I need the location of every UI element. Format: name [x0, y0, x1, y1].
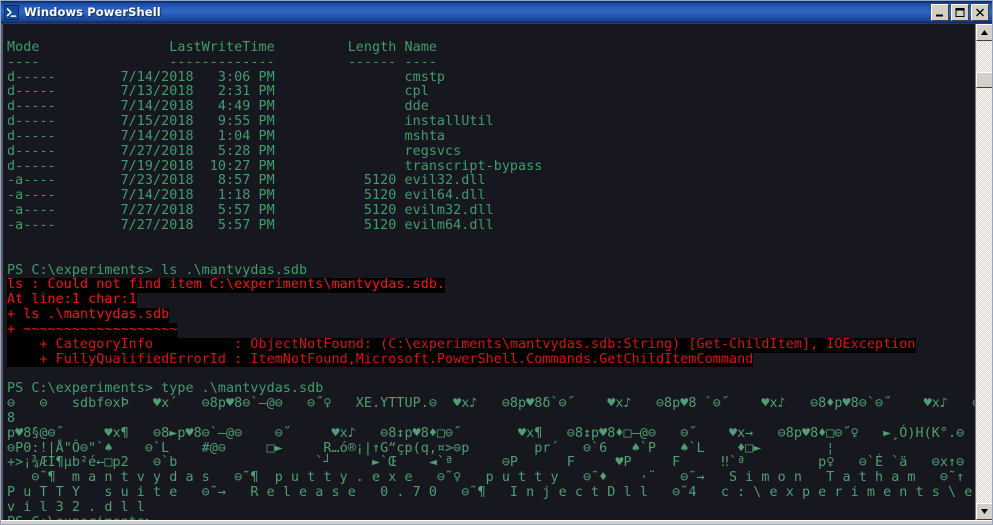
- maximize-button[interactable]: [951, 3, 969, 21]
- console-line-text: 8: [7, 410, 16, 426]
- console-line-junk-8: v i l 3 2 . d l l: [7, 500, 975, 516]
- console-line-junk-7: P u T T Y s u i t e ⊖˜→ R e l e a s e 0 …: [7, 485, 975, 501]
- console-line-blank-1: [7, 234, 975, 249]
- console-line-prompt-ls: PS C:\experiments> ls .\mantvydas.sdb: [7, 262, 975, 279]
- minimize-button[interactable]: [931, 3, 949, 21]
- console-line-text: d----- 7/14/2018 4:49 PM dde: [7, 99, 429, 115]
- console-line-junk-6: ⊖˜¶ m a n t v y d a s ⊖˜¶ p u t t y . e …: [7, 470, 975, 486]
- console-line-err-5: + CategoryInfo : ObjectNotFound: (C:\exp…: [7, 336, 975, 353]
- console-line-row-evilm64: -a---- 7/27/2018 5:57 PM 5120 evilm64.dl…: [7, 217, 975, 234]
- console-line-text: At line:1 char:1: [7, 292, 137, 309]
- console-line-text: PS C:\experiments> ls .\mantvydas.sdb: [7, 262, 308, 278]
- console-line-text: +>¡¾ÆI¶μb²é←□p2 ⊖`b `┘ ►`Œ ◄`ª ⊖P F ♥P F…: [7, 455, 965, 471]
- close-button[interactable]: [971, 3, 989, 21]
- console-line-text: -a---- 7/27/2018 5:57 PM 5120 evilm64.dl…: [7, 217, 494, 233]
- console-line-text: d----- 7/14/2018 3:06 PM cmstp: [7, 69, 446, 85]
- console-line-text: Mode LastWriteTime Length Name: [7, 39, 437, 55]
- console-line-err-2: At line:1 char:1: [7, 292, 975, 309]
- scroll-down-arrow-icon[interactable]: [976, 503, 992, 520]
- console-line-row-mshta: d----- 7/14/2018 1:04 PM mshta: [7, 128, 975, 145]
- console-line-text: ls : Could not find item C:\experiments\…: [7, 277, 446, 294]
- console-line-prompt-final: PS C:\experiments>: [7, 515, 975, 520]
- console-line-err-1: ls : Could not find item C:\experiments\…: [7, 277, 975, 294]
- console-line-text: d----- 7/15/2018 9:55 PM installUtil: [7, 114, 494, 130]
- console-line-row-dde: d----- 7/14/2018 4:49 PM dde: [7, 99, 975, 115]
- console-line-row-regsvcs: d----- 7/27/2018 5:28 PM regsvcs: [7, 143, 975, 160]
- console-line-row-transcript: d----- 7/19/2018 10:27 PM transcript-byp…: [7, 158, 975, 175]
- console-line-err-3: + ls .\mantvydas.sdb: [7, 307, 975, 323]
- console-line-row-evil32: -a---- 7/23/2018 8:57 PM 5120 evil32.dll: [7, 174, 975, 189]
- console-line-text: + ~~~~~~~~~~~~~~~~~~~: [7, 321, 178, 338]
- console-line-text: + ls .\mantvydas.sdb: [7, 307, 170, 323]
- console-line-text: p♥8§@⊖˝ ♥x¶ ⊖8►p♥8⊖`—@⊖ ⊖˝ ♥x♪ ⊖8↕p♥8♦□⊖…: [7, 425, 975, 441]
- window-controls: [931, 3, 990, 21]
- console-line-blank-3: [7, 367, 975, 382]
- console-line-err-4: + ~~~~~~~~~~~~~~~~~~~: [7, 321, 975, 338]
- console-line-text: P u T T Y s u i t e ⊖˜→ R e l e a s e 0 …: [7, 485, 973, 501]
- console-line-text: d----- 7/13/2018 2:31 PM cpl: [7, 84, 429, 100]
- console-line-text: d----- 7/19/2018 10:27 PM transcript-byp…: [7, 158, 543, 174]
- console-line-row-cmstp: d----- 7/14/2018 3:06 PM cmstp: [7, 69, 975, 86]
- console-line-row-installutil: d----- 7/15/2018 9:55 PM installUtil: [7, 114, 975, 130]
- console-line-blank-2: [7, 249, 975, 264]
- title-bar[interactable]: Windows PowerShell: [1, 1, 992, 23]
- console-line-text: + FullyQualifiedErrorId : ItemNotFound,M…: [7, 351, 754, 368]
- console-line-junk-2: 8: [7, 410, 975, 427]
- console-line-table-header: Mode LastWriteTime Length Name: [7, 39, 975, 56]
- window-client-area: Mode LastWriteTime Length Name ---- -----…: [1, 23, 992, 520]
- console-line-prompt-type: PS C:\experiments> type .\mantvydas.sdb: [7, 381, 975, 397]
- powershell-window: Windows PowerShell Mode LastWriteTime Le…: [0, 0, 993, 525]
- console-line-text: + CategoryInfo : ObjectNotFound: (C:\exp…: [7, 336, 916, 353]
- console-output[interactable]: Mode LastWriteTime Length Name ---- -----…: [1, 24, 975, 520]
- window-title: Windows PowerShell: [24, 5, 161, 19]
- console-line-text: PS C:\experiments> type .\mantvydas.sdb: [7, 381, 324, 397]
- vertical-scrollbar[interactable]: [975, 24, 992, 520]
- console-line-text: -a---- 7/14/2018 1:18 PM 5120 evil64.dll: [7, 188, 486, 204]
- console-line-text: d----- 7/27/2018 5:28 PM regsvcs: [7, 143, 462, 159]
- console-line-text: ⊖˜¶ m a n t v y d a s ⊖˜¶ p u t t y . e …: [7, 470, 965, 486]
- console-line-junk-1: ⊖ ⊖ sdbf⊖xÞ ♥x´ ⊖8p♥8⊖`—@⊖ ⊖˝♀ XE.YTTUP.…: [7, 396, 975, 412]
- console-line-text: ---- ------------- ------ ----: [7, 54, 437, 70]
- scrollbar-track[interactable]: [976, 41, 992, 503]
- console-line-blank-0: [7, 26, 975, 41]
- scrollbar-thumb[interactable]: [976, 72, 992, 88]
- powershell-prompt-icon: [4, 4, 19, 20]
- console-line-junk-3: p♥8§@⊖˝ ♥x¶ ⊖8►p♥8⊖`—@⊖ ⊖˝ ♥x♪ ⊖8↕p♥8♦□⊖…: [7, 425, 975, 442]
- console-line-row-evil64: -a---- 7/14/2018 1:18 PM 5120 evil64.dll: [7, 188, 975, 204]
- console-line-text: v i l 3 2 . d l l: [7, 500, 145, 515]
- console-line-table-rule: ---- ------------- ------ ----: [7, 54, 975, 71]
- console-line-text: PS C:\experiments>: [7, 515, 153, 520]
- console-line-row-evilm32: -a---- 7/27/2018 5:57 PM 5120 evilm32.dl…: [7, 203, 975, 219]
- console-line-text: ⊖ ⊖ sdbf⊖xÞ ♥x´ ⊖8p♥8⊖`—@⊖ ⊖˝♀ XE.YTTUP.…: [7, 396, 975, 412]
- console-line-text: -a---- 7/27/2018 5:57 PM 5120 evilm32.dl…: [7, 203, 494, 219]
- console-line-text: ⊖P0:!|Å"Ô⊖"`♠ ⊖`L #@⊖ □► R…ó®¡|↑G“çp(q,¤…: [7, 440, 835, 456]
- console-line-text: -a---- 7/23/2018 8:57 PM 5120 evil32.dll: [7, 173, 486, 189]
- window-bottom-frame: [1, 520, 992, 524]
- console-line-text: d----- 7/14/2018 1:04 PM mshta: [7, 128, 446, 144]
- console-line-row-cpl: d----- 7/13/2018 2:31 PM cpl: [7, 84, 975, 100]
- scroll-up-arrow-icon[interactable]: [976, 24, 992, 41]
- console-line-err-6: + FullyQualifiedErrorId : ItemNotFound,M…: [7, 351, 975, 368]
